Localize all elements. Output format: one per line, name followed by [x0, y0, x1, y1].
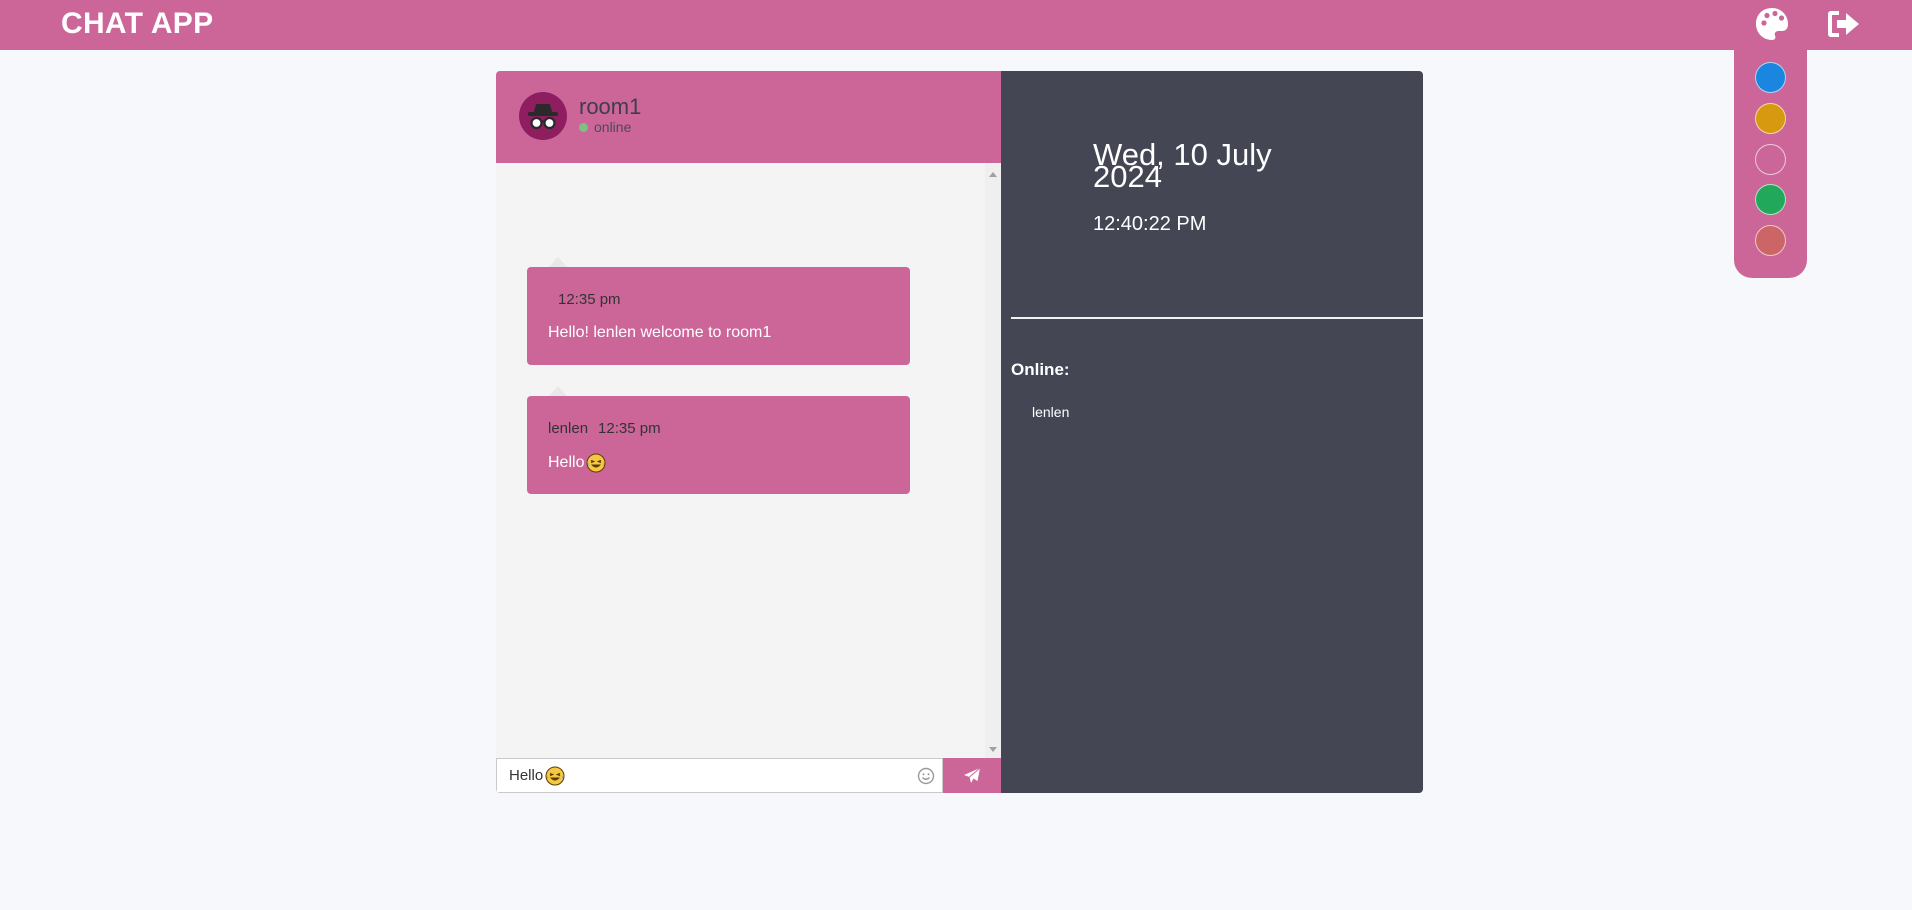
- online-user-item[interactable]: lenlen: [1032, 404, 1069, 420]
- message-list[interactable]: 12:35 pm Hello! lenlen welcome to room1 …: [496, 163, 992, 758]
- smiley-icon: [917, 767, 935, 785]
- incognito-icon: [528, 104, 558, 130]
- room-avatar: [519, 92, 567, 140]
- logout-button[interactable]: [1826, 8, 1862, 40]
- chat-pane: room1 online 12:35 pm Hello! lenlen welc…: [496, 71, 1001, 793]
- current-time: 12:40:22 PM: [1093, 213, 1207, 235]
- theme-swatch-pink[interactable]: [1755, 144, 1786, 175]
- laughing-tears-emoji-icon: [586, 453, 606, 473]
- message-input[interactable]: Hello: [496, 758, 943, 793]
- room-name: room1: [579, 94, 642, 119]
- theme-swatch-green[interactable]: [1755, 184, 1786, 215]
- theme-swatch-blue[interactable]: [1755, 62, 1786, 93]
- room-status: online: [594, 119, 632, 135]
- top-bar: CHAT APP: [0, 0, 1912, 50]
- sidebar-divider: [1011, 317, 1423, 319]
- scroll-down-icon[interactable]: [989, 747, 997, 752]
- message-text: Hello: [548, 453, 606, 473]
- scroll-up-icon[interactable]: [989, 172, 997, 177]
- chat-card: room1 online 12:35 pm Hello! lenlen welc…: [496, 71, 1423, 793]
- message-tail: [549, 257, 567, 267]
- theme-picker: [1734, 50, 1807, 278]
- message-text-content: Hello! lenlen welcome to room1: [548, 324, 772, 341]
- message-time: 12:35 pm: [598, 420, 661, 437]
- message-text-content: Hello: [548, 454, 585, 471]
- app-title: CHAT APP: [61, 7, 214, 40]
- message-time: 12:35 pm: [558, 291, 621, 308]
- message-bubble: 12:35 pm Hello! lenlen welcome to room1: [527, 257, 910, 365]
- online-users-label: Online:: [1011, 360, 1070, 379]
- theme-swatch-gold[interactable]: [1755, 103, 1786, 134]
- message-meta: lenlen 12:35 pm: [548, 420, 661, 437]
- palette-button[interactable]: [1754, 6, 1790, 42]
- composer: Hello: [496, 758, 1001, 793]
- message-meta: 12:35 pm: [548, 291, 621, 308]
- online-status-dot: [579, 123, 588, 132]
- message-bubble: lenlen 12:35 pm Hello: [527, 386, 910, 494]
- current-date: Wed, 10 July 2024: [1093, 137, 1272, 194]
- palette-icon: [1756, 8, 1788, 40]
- info-sidebar: Wed, 10 July 2024 12:40:22 PM Online: le…: [1001, 71, 1423, 793]
- laughing-tears-emoji-icon: [545, 766, 565, 785]
- chat-header: room1 online: [496, 71, 1001, 163]
- message-text: Hello! lenlen welcome to room1: [548, 324, 771, 342]
- message-input-value: Hello: [509, 767, 544, 784]
- paper-plane-icon: [964, 767, 981, 783]
- message-tail: [549, 386, 567, 396]
- message-sender: lenlen: [548, 420, 589, 437]
- send-button[interactable]: [943, 758, 1001, 793]
- message-scrollbar[interactable]: [985, 163, 1001, 758]
- emoji-picker-button[interactable]: [917, 767, 935, 785]
- theme-swatch-red[interactable]: [1755, 225, 1786, 256]
- sign-out-icon: [1828, 11, 1859, 37]
